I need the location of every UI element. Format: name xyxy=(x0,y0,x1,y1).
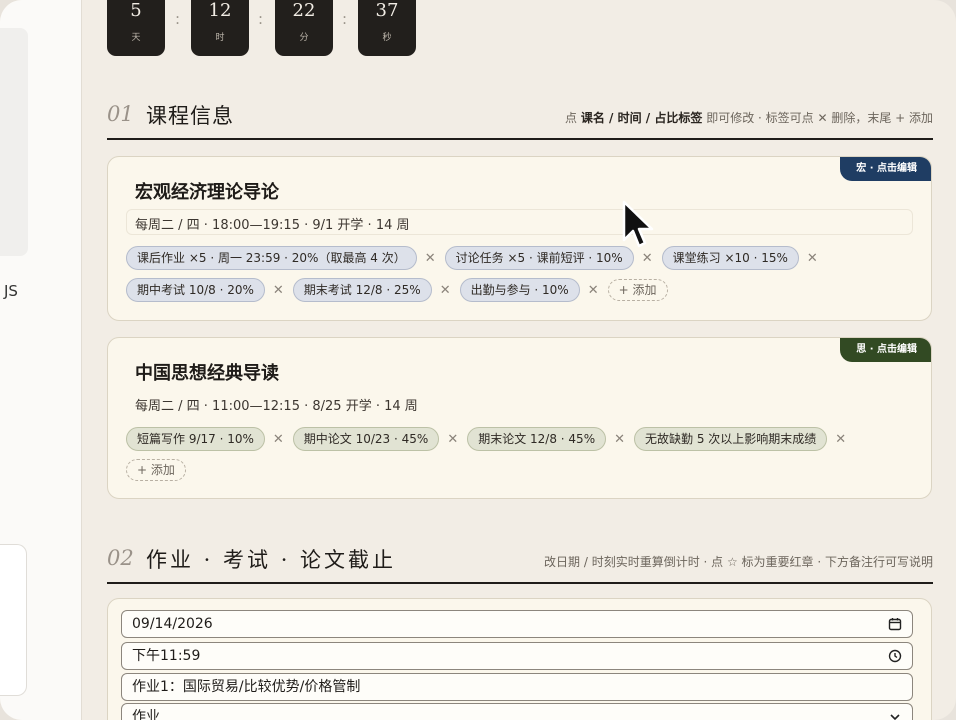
date-value: 09/14/2026 xyxy=(132,616,213,632)
course-edit-tag[interactable]: 宏 · 点击编辑 xyxy=(840,157,931,181)
course-edit-tag[interactable]: 思 · 点击编辑 xyxy=(840,338,931,362)
sidebar-panel-bottom xyxy=(0,544,27,696)
weight-tag[interactable]: 无故缺勤 5 次以上影响期末成绩 xyxy=(634,427,828,451)
countdown-separator: : xyxy=(175,10,181,28)
calendar-icon[interactable] xyxy=(888,617,902,631)
remove-tag-icon[interactable]: ✕ xyxy=(642,251,653,266)
course-card[interactable]: 宏 · 点击编辑 宏观经济理论导论 每周二 / 四 · 18:00—19:15 … xyxy=(107,156,932,321)
tag-row: 期中考试 10/8 · 20% ✕ 期末考试 12/8 · 25% ✕ 出勤与参… xyxy=(126,274,921,306)
weight-tag[interactable]: 期中论文 10/23 · 45% xyxy=(292,427,440,451)
weight-tag[interactable]: 期末论文 12/8 · 45% xyxy=(467,427,607,451)
weight-tags: 短篇写作 9/17 · 10% ✕ 期中论文 10/23 · 45% ✕ 期末论… xyxy=(126,423,921,485)
hint-text: 即可修改 · 标签可点 ✕ 删除，末尾 + 添加 xyxy=(706,111,933,125)
countdown-unit: 天 xyxy=(131,33,141,43)
countdown-value: 12 xyxy=(208,0,232,21)
sidebar-panel xyxy=(0,28,28,256)
weight-tag[interactable]: 课堂练习 ×10 · 15% xyxy=(661,246,799,270)
section-header-deadlines: 02 作业 · 考试 · 论文截止 改日期 / 时刻实时重算倒计时 · 点 ☆ … xyxy=(107,540,933,584)
section-number: 02 xyxy=(107,546,134,570)
weight-tag[interactable]: 短篇写作 9/17 · 10% xyxy=(126,427,265,451)
section-title: 作业 · 考试 · 论文截止 xyxy=(146,548,397,572)
sidebar: JS xyxy=(0,0,82,720)
countdown-separator: : xyxy=(258,10,264,28)
section-hint: 改日期 / 时刻实时重算倒计时 · 点 ☆ 标为重要红章 · 下方备注行可写说明 xyxy=(544,555,933,569)
time-value: 下午11:59 xyxy=(132,648,201,664)
countdown-unit: 时 xyxy=(215,33,225,43)
weight-tags: 课后作业 ×5 · 周一 23:59 · 20%（取最高 4 次） ✕ 讨论任务… xyxy=(126,242,921,306)
course-schedule[interactable]: 每周二 / 四 · 18:00—19:15 · 9/1 开学 · 14 周 xyxy=(135,214,410,233)
tag-row: + 添加 xyxy=(126,455,921,485)
remove-tag-icon[interactable]: ✕ xyxy=(425,251,436,266)
countdown-value: 37 xyxy=(375,0,399,21)
deadline-card: 09/14/2026 下午11:59 作业1：国际贸易/比较优势/价格管制 作业 xyxy=(107,598,932,720)
remove-tag-icon[interactable]: ✕ xyxy=(588,283,599,298)
remove-tag-icon[interactable]: ✕ xyxy=(273,432,284,447)
remove-tag-icon[interactable]: ✕ xyxy=(273,283,284,298)
main-content: 5 天 : 12 时 : 22 分 : 37 秒 01 课程信息 点 课名 / … xyxy=(82,0,956,720)
hint-emphasis: 课名 / 时间 / 占比标签 xyxy=(580,111,703,125)
remove-tag-icon[interactable]: ✕ xyxy=(440,283,451,298)
title-value: 作业1：国际贸易/比较优势/价格管制 xyxy=(132,679,361,695)
remove-tag-icon[interactable]: ✕ xyxy=(835,432,846,447)
weight-tag[interactable]: 期末考试 12/8 · 25% xyxy=(292,278,432,302)
tag-row: 课后作业 ×5 · 周一 23:59 · 20%（取最高 4 次） ✕ 讨论任务… xyxy=(126,242,921,274)
chevron-down-icon xyxy=(890,714,900,720)
weight-tag[interactable]: 课后作业 ×5 · 周一 23:59 · 20%（取最高 4 次） xyxy=(126,246,417,270)
countdown-days: 5 天 xyxy=(107,0,165,56)
add-tag-button[interactable]: + 添加 xyxy=(607,279,668,301)
type-select[interactable]: 作业 xyxy=(121,703,913,720)
mouse-pointer-icon xyxy=(622,200,654,248)
section-header-courses: 01 课程信息 点 课名 / 时间 / 占比标签 即可修改 · 标签可点 ✕ 删… xyxy=(107,96,933,140)
weight-tag[interactable]: 讨论任务 ×5 · 课前短评 · 10% xyxy=(444,246,634,270)
course-name[interactable]: 宏观经济理论导论 xyxy=(135,178,279,204)
type-value: 作业 xyxy=(132,709,160,720)
section-hint: 点 课名 / 时间 / 占比标签 即可修改 · 标签可点 ✕ 删除，末尾 + 添… xyxy=(565,109,933,126)
sidebar-label: JS xyxy=(4,282,18,300)
countdown-unit: 秒 xyxy=(382,33,392,43)
remove-tag-icon[interactable]: ✕ xyxy=(614,432,625,447)
section-title: 课程信息 xyxy=(146,104,234,128)
countdown-hours: 12 时 xyxy=(191,0,249,56)
course-name[interactable]: 中国思想经典导读 xyxy=(135,359,279,385)
countdown-separator: : xyxy=(342,10,348,28)
tag-row: 短篇写作 9/17 · 10% ✕ 期中论文 10/23 · 45% ✕ 期末论… xyxy=(126,423,921,455)
countdown-minutes: 22 分 xyxy=(275,0,333,56)
weight-tag[interactable]: 期中考试 10/8 · 20% xyxy=(126,278,265,302)
date-input[interactable]: 09/14/2026 xyxy=(121,610,913,638)
time-input[interactable]: 下午11:59 xyxy=(121,642,913,670)
countdown-value: 5 xyxy=(130,0,142,21)
app-window: JS 5 天 : 12 时 : 22 分 : 37 秒 01 课程信息 点 课名… xyxy=(0,0,956,720)
countdown-seconds: 37 秒 xyxy=(358,0,416,56)
remove-tag-icon[interactable]: ✕ xyxy=(807,251,818,266)
remove-tag-icon[interactable]: ✕ xyxy=(447,432,458,447)
weight-tag[interactable]: 出勤与参与 · 10% xyxy=(459,278,580,302)
add-tag-button[interactable]: + 添加 xyxy=(126,459,186,481)
clock-icon[interactable] xyxy=(888,649,902,663)
deadline-title-input[interactable]: 作业1：国际贸易/比较优势/价格管制 xyxy=(121,673,913,701)
course-card[interactable]: 思 · 点击编辑 中国思想经典导读 每周二 / 四 · 11:00—12:15 … xyxy=(107,337,932,499)
section-number: 01 xyxy=(107,102,134,126)
hint-text: 点 xyxy=(565,111,578,125)
course-schedule[interactable]: 每周二 / 四 · 11:00—12:15 · 8/25 开学 · 14 周 xyxy=(135,395,418,414)
countdown-unit: 分 xyxy=(299,33,309,43)
countdown-value: 22 xyxy=(292,0,316,21)
